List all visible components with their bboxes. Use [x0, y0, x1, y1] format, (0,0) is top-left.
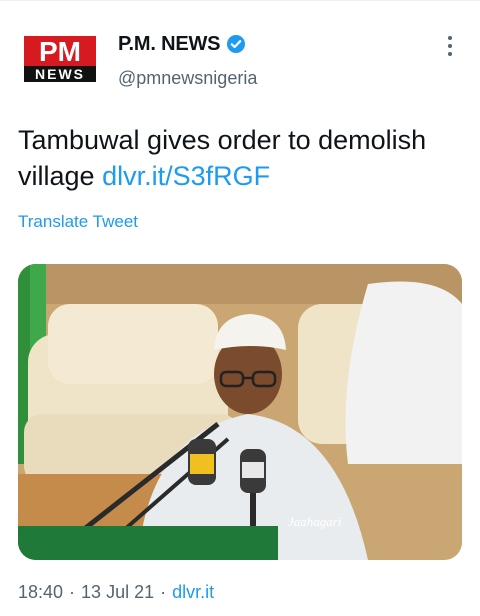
tweet-date[interactable]: 13 Jul 21: [81, 582, 154, 602]
photo-watermark: Jaahagari: [288, 514, 342, 529]
meta-separator: ·: [69, 582, 76, 602]
logo-bottom-text: NEWS: [35, 66, 85, 82]
meta-separator: ·: [160, 582, 167, 602]
verified-badge-icon: [226, 34, 246, 54]
tweet-meta: 18:40 · 13 Jul 21 · dlvr.it: [18, 582, 214, 603]
display-name[interactable]: P.M. NEWS: [118, 33, 220, 56]
tweet-header: PM NEWS P.M. NEWS @pmnewsnigeria: [0, 0, 480, 110]
tweet-photo[interactable]: Jaahagari: [18, 264, 462, 560]
photo-illustration: Jaahagari: [18, 264, 462, 560]
tweet-time[interactable]: 18:40: [18, 582, 63, 602]
tweet-source-link[interactable]: dlvr.it: [172, 582, 214, 602]
tweet-link[interactable]: dlvr.it/S3fRGF: [102, 161, 270, 191]
more-options-icon[interactable]: [438, 32, 462, 60]
avatar[interactable]: PM NEWS: [18, 30, 102, 90]
pm-news-logo: PM NEWS: [24, 36, 96, 82]
translate-tweet-link[interactable]: Translate Tweet: [18, 212, 138, 232]
logo-top-text: PM: [39, 36, 81, 67]
tweet-text: Tambuwal gives order to demolish village…: [18, 122, 466, 194]
user-handle[interactable]: @pmnewsnigeria: [118, 68, 257, 89]
name-row: P.M. NEWS: [118, 30, 246, 58]
